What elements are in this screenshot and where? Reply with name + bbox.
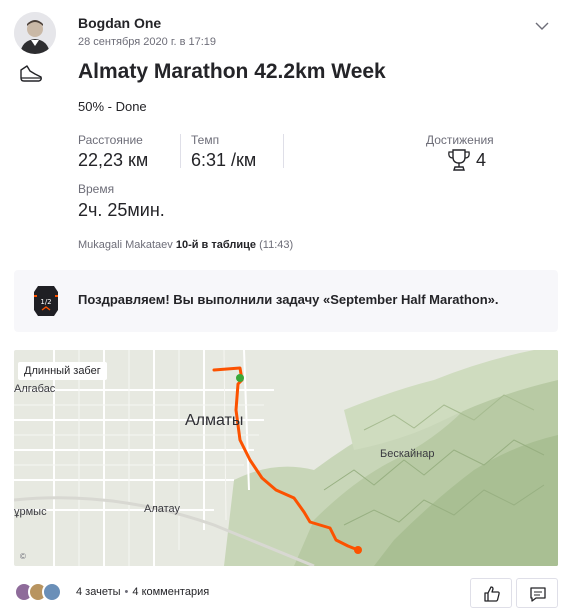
map-background: [14, 350, 558, 566]
time-label: Время: [78, 182, 115, 196]
pace-value: 6:31 /км: [191, 150, 257, 170]
kudos-count[interactable]: 4 зачеты: [76, 586, 121, 598]
activity-description: 50% - Done: [78, 99, 147, 114]
separator: •: [124, 586, 129, 598]
map-label-beskainar: Бескайнар: [380, 448, 435, 460]
challenge-text: Поздравляем! Вы выполнили задачу «Septem…: [78, 292, 499, 307]
shoe-icon: [20, 65, 42, 82]
distance-value: 22,23 км: [78, 150, 149, 170]
distance-label: Расстояние: [78, 133, 143, 147]
segment-time: (11:43): [259, 239, 294, 251]
map-label-alatau: Алатау: [144, 503, 181, 515]
time-value: 2ч. 25мин.: [78, 200, 165, 220]
challenge-banner[interactable]: 1/2 Поздравляем! Вы выполнили задачу «Se…: [14, 270, 558, 332]
segment-name: Mukagali Makataev: [78, 239, 173, 251]
route-type-label: Длинный забег: [18, 362, 107, 380]
kudos-avatars[interactable]: [14, 582, 74, 604]
post-date: 28 сентября 2020 г. в 17:19: [78, 36, 217, 48]
segment-rank: 10-й в таблице: [175, 239, 257, 251]
comment-icon: [530, 587, 546, 602]
map-label-almaty: Алматы: [185, 412, 244, 429]
kudos-button[interactable]: [470, 578, 512, 608]
kudo-avatar: [42, 582, 62, 602]
avatar[interactable]: [14, 12, 56, 54]
comment-button[interactable]: [516, 578, 558, 608]
activity-title[interactable]: Almaty Marathon 42.2km Week: [78, 60, 386, 84]
stat-divider: [283, 134, 284, 168]
achievements-label: Достижения: [426, 133, 494, 147]
map-label-algabas: Алгабас: [14, 383, 56, 395]
svg-text:1/2: 1/2: [40, 298, 51, 306]
thumbs-up-icon: [484, 586, 500, 602]
author-name[interactable]: Bogdan One: [78, 15, 161, 31]
route-map[interactable]: Длинный забег Алгабас Алматы Бескайнар А…: [14, 350, 558, 566]
social-summary: 4 зачеты • 4 комментария: [76, 586, 209, 598]
map-label-urmys: ұрмыс: [14, 506, 47, 518]
segment-result[interactable]: Mukagali Makataev 10-й в таблице (11:43): [78, 239, 293, 251]
stat-divider: [180, 134, 181, 168]
chevron-down-icon[interactable]: [534, 18, 550, 34]
challenge-badge-icon: 1/2: [34, 286, 58, 316]
map-attribution-icon: ©: [20, 552, 26, 561]
pace-label: Темп: [191, 133, 220, 147]
trophy-icon: [448, 149, 470, 171]
achievements-value: 4: [476, 150, 487, 170]
comments-count[interactable]: 4 комментария: [132, 586, 209, 598]
